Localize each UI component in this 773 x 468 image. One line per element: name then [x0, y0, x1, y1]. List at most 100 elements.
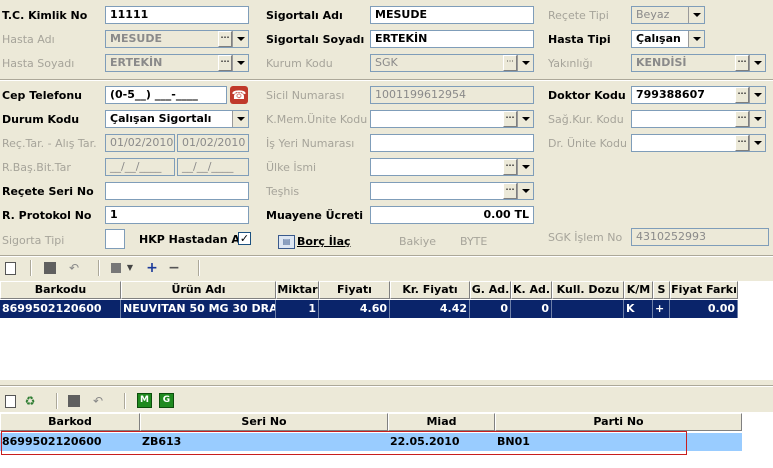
chevron-down-icon[interactable]: [688, 7, 704, 23]
grid1-cell[interactable]: 0: [470, 300, 511, 318]
lookup-button[interactable]: ···: [503, 111, 517, 127]
grid2-header-cell[interactable]: Parti No: [495, 413, 742, 431]
recete-tarih-input[interactable]: 01/02/2010: [105, 134, 175, 152]
grid1-cell[interactable]: 4.60: [319, 300, 390, 318]
doktor-kodu-value: 799388607: [636, 88, 705, 101]
lookup-button[interactable]: ···: [218, 31, 232, 47]
chevron-down-icon[interactable]: [688, 31, 704, 47]
hkp-checkbox[interactable]: ✓: [238, 232, 251, 245]
grid1-header-cell[interactable]: Fiyat Farkı: [670, 281, 738, 299]
protokol-input[interactable]: 1: [105, 206, 249, 224]
chevron-down-icon[interactable]: [749, 111, 765, 127]
durum-kodu-select[interactable]: Çalışan Sigortalı: [105, 110, 249, 128]
kurum-kodu-input: SGK ···: [370, 54, 534, 72]
rbas-tar-input[interactable]: __/__/____: [105, 158, 175, 176]
borc-ilac-link[interactable]: Borç İlaç: [297, 235, 351, 248]
grid1-cell[interactable]: 4.42: [390, 300, 470, 318]
lookup-button[interactable]: ···: [503, 183, 517, 199]
grid1-header-cell[interactable]: Fiyatı: [319, 281, 390, 299]
teshis-input[interactable]: ···: [370, 182, 534, 200]
recycle-bin-icon[interactable]: ♻: [22, 393, 38, 409]
sigortali-adi-input[interactable]: MESUDE: [370, 6, 534, 24]
chevron-down-icon[interactable]: [517, 183, 533, 199]
doktor-kodu-input[interactable]: 799388607 ···: [631, 86, 766, 104]
grid1-header-cell[interactable]: K. Ad.: [511, 281, 552, 299]
toolbar-separator: [30, 260, 32, 276]
grid1-header-cell[interactable]: S: [653, 281, 670, 299]
phone-icon[interactable]: ☎: [230, 86, 248, 104]
borc-ilac-icon[interactable]: ▤: [278, 235, 295, 249]
yakinligi-label: Yakınlığı: [548, 57, 593, 70]
recete-tarih-label: Reç.Tar. - Alış Tar.: [2, 137, 97, 150]
drunite-label: Dr. Ünite Kodu: [548, 137, 627, 150]
chevron-down-icon[interactable]: [749, 55, 765, 71]
hasta-soyadi-value: ERTEKİN: [110, 56, 163, 69]
lookup-button[interactable]: ···: [503, 159, 517, 175]
grid1-header-cell[interactable]: Kr. Fiyatı: [390, 281, 470, 299]
grid1-cell[interactable]: 0: [511, 300, 552, 318]
grid1-header-cell[interactable]: Miktar: [276, 281, 319, 299]
cep-telefonu-input[interactable]: (0-5__) ___-____: [105, 86, 227, 104]
lookup-button[interactable]: ···: [503, 55, 517, 71]
kmem-unite-input[interactable]: ···: [370, 110, 534, 128]
chevron-down-icon[interactable]: [517, 111, 533, 127]
lookup-button[interactable]: ···: [735, 55, 749, 71]
ulke-input[interactable]: ···: [370, 158, 534, 176]
grid1-header-cell[interactable]: K/M: [624, 281, 653, 299]
add-row-button[interactable]: +: [144, 260, 160, 276]
grid1-cell[interactable]: 1: [276, 300, 319, 318]
grid1-cell[interactable]: 0.00: [670, 300, 738, 318]
g-icon[interactable]: G: [159, 393, 174, 408]
sigorta-tipi-input[interactable]: [105, 229, 125, 249]
save-icon[interactable]: [66, 393, 82, 409]
grid1-cell[interactable]: [552, 300, 624, 318]
grid1-cell[interactable]: NEUVITAN 50 MG 30 DRAJE: [121, 300, 276, 318]
sigortali-soyadi-input[interactable]: ERTEKİN: [370, 30, 534, 48]
tc-kimlik-input[interactable]: 11111: [105, 6, 249, 24]
chevron-down-icon[interactable]: [232, 111, 248, 127]
chevron-down-icon[interactable]: [232, 31, 248, 47]
muayene-input[interactable]: 0.00 TL: [370, 206, 534, 224]
m-icon[interactable]: M: [137, 393, 152, 408]
lookup-button[interactable]: ···: [735, 111, 749, 127]
grid2-header-cell[interactable]: Miad: [388, 413, 495, 431]
toolbar-separator: [98, 260, 100, 276]
chevron-down-icon[interactable]: [749, 135, 765, 151]
grid1-cell[interactable]: +: [653, 300, 670, 318]
lookup-button[interactable]: ···: [735, 135, 749, 151]
chevron-down-icon[interactable]: [232, 55, 248, 71]
lookup-button[interactable]: ···: [735, 87, 749, 103]
grid1-cell[interactable]: 8699502120600: [0, 300, 121, 318]
hasta-adi-value: MESUDE: [110, 32, 162, 45]
rbit-tar-input[interactable]: __/__/____: [177, 158, 249, 176]
chevron-down-icon[interactable]: [749, 87, 765, 103]
new-document-icon[interactable]: [2, 260, 18, 276]
lookup-button[interactable]: ···: [218, 55, 232, 71]
grid1-row[interactable]: 8699502120600 NEUVITAN 50 MG 30 DRAJE 1 4.6…: [0, 300, 738, 318]
grid1-header-cell[interactable]: Kull. Dozu: [552, 281, 624, 299]
bakiye-value: BYTE: [460, 235, 488, 248]
drunite-input[interactable]: ···: [631, 134, 766, 152]
grid-options-icon[interactable]: [108, 260, 124, 276]
undo-icon[interactable]: ↶: [66, 260, 82, 276]
recete-seri-input[interactable]: [105, 182, 249, 200]
sigortali-adi-label: Sigortalı Adı: [266, 9, 343, 22]
hasta-soyadi-input: ERTEKİN ···: [105, 54, 249, 72]
chevron-down-icon[interactable]: ▼: [125, 260, 135, 276]
isyeri-input[interactable]: [370, 134, 534, 152]
grid1-cell[interactable]: K: [624, 300, 653, 318]
grid2-header-cell[interactable]: Barkod: [0, 413, 140, 431]
grid2-header-cell[interactable]: Seri No: [140, 413, 388, 431]
grid1-header-cell[interactable]: G. Ad.: [470, 281, 511, 299]
new-document-icon[interactable]: [2, 393, 18, 409]
grid1-header-cell[interactable]: Barkodu: [0, 281, 121, 299]
save-icon[interactable]: [42, 260, 58, 276]
undo-icon[interactable]: ↶: [90, 393, 106, 409]
hasta-tipi-select[interactable]: Çalışan: [631, 30, 705, 48]
remove-row-button[interactable]: −: [166, 260, 182, 276]
chevron-down-icon[interactable]: [517, 55, 533, 71]
sagkur-input[interactable]: ···: [631, 110, 766, 128]
alis-tarih-input[interactable]: 01/02/2010: [177, 134, 249, 152]
grid1-header-cell[interactable]: Ürün Adı: [121, 281, 276, 299]
chevron-down-icon[interactable]: [517, 159, 533, 175]
